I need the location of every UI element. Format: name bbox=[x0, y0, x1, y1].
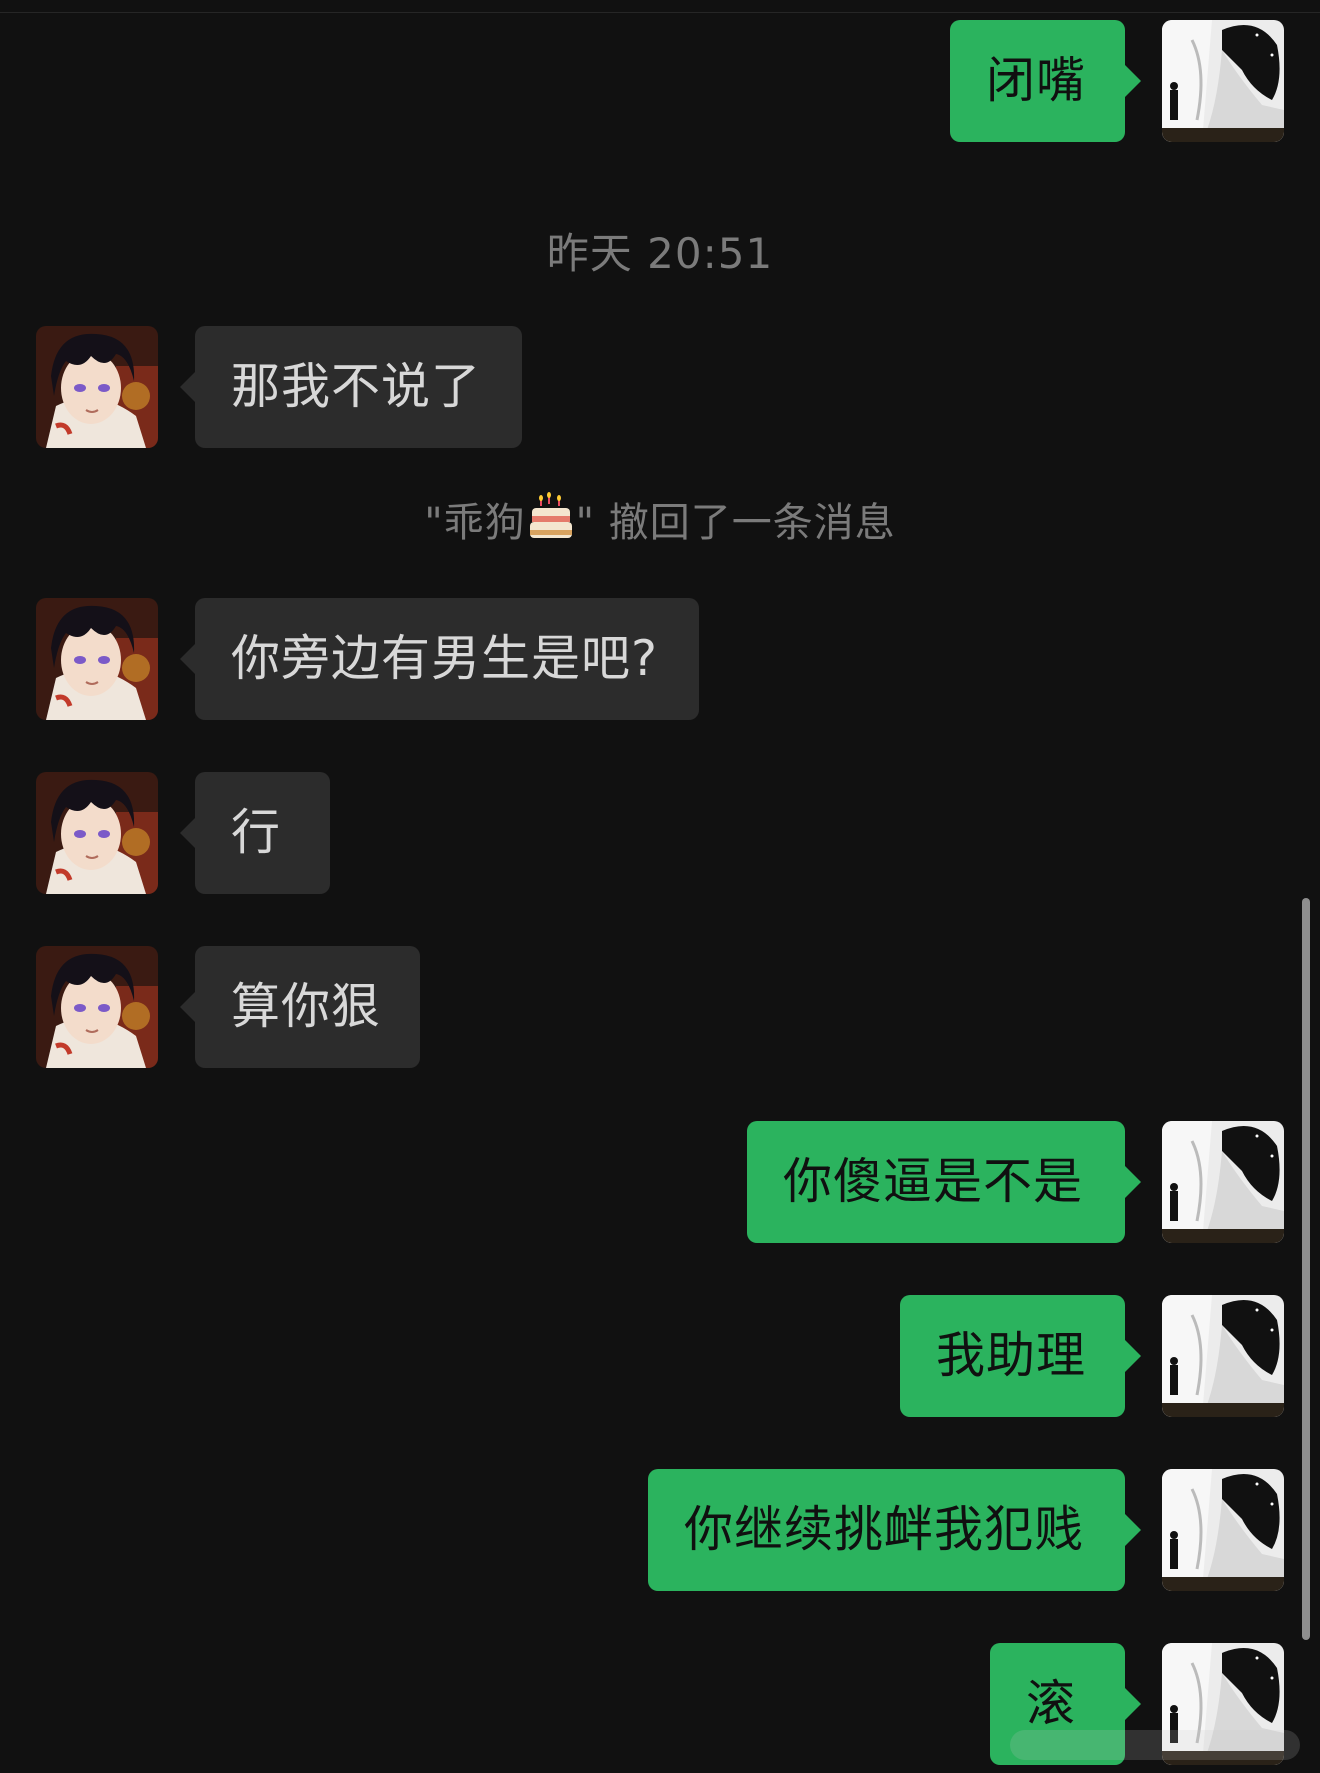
self-avatar[interactable] bbox=[1162, 1121, 1284, 1243]
self-avatar-art bbox=[1162, 1469, 1284, 1591]
message-bubble[interactable]: 行 bbox=[195, 772, 330, 894]
self-avatar[interactable] bbox=[1162, 1295, 1284, 1417]
message-bubble[interactable]: 你傻逼是不是 bbox=[747, 1121, 1125, 1243]
message-bubble[interactable]: 我助理 bbox=[900, 1295, 1125, 1417]
bubble-tail bbox=[1125, 1340, 1141, 1372]
contact-avatar[interactable] bbox=[36, 946, 158, 1068]
message-bubble[interactable]: 你继续挑衅我犯贱 bbox=[648, 1469, 1125, 1591]
contact-avatar-art bbox=[36, 598, 158, 720]
recall-text: 撤回了一条消息 bbox=[595, 500, 896, 546]
bubble-tail bbox=[1125, 1514, 1141, 1546]
self-avatar[interactable] bbox=[1162, 1469, 1284, 1591]
recall-quote-close: " bbox=[575, 500, 596, 546]
contact-avatar[interactable] bbox=[36, 772, 158, 894]
contact-avatar[interactable] bbox=[36, 326, 158, 448]
bubble-tail bbox=[180, 991, 196, 1023]
message-bubble[interactable]: 你旁边有男生是吧? bbox=[195, 598, 699, 720]
recall-sender-name: 乖狗 bbox=[443, 500, 526, 546]
top-divider bbox=[0, 0, 1320, 13]
watermark-overlay bbox=[1010, 1730, 1300, 1760]
cake-emoji-icon bbox=[528, 492, 574, 542]
timestamp: 昨天 20:51 bbox=[546, 229, 774, 278]
message-bubble[interactable]: 闭嘴 bbox=[950, 20, 1125, 142]
self-avatar-art bbox=[1162, 20, 1284, 142]
contact-avatar-art bbox=[36, 946, 158, 1068]
self-avatar-art bbox=[1162, 1121, 1284, 1243]
bubble-tail bbox=[180, 371, 196, 403]
self-avatar-art bbox=[1162, 1295, 1284, 1417]
scrollbar[interactable] bbox=[1302, 898, 1310, 1640]
bubble-tail bbox=[180, 643, 196, 675]
message-bubble[interactable]: 算你狠 bbox=[195, 946, 420, 1068]
contact-avatar[interactable] bbox=[36, 598, 158, 720]
recall-notice: "乖狗 " 撤回了一条消息 bbox=[0, 490, 1320, 548]
bubble-tail bbox=[180, 817, 196, 849]
bubble-tail bbox=[1125, 1688, 1141, 1720]
recall-quote-open: " bbox=[424, 500, 444, 546]
message-bubble[interactable]: 那我不说了 bbox=[195, 326, 522, 448]
self-avatar[interactable] bbox=[1162, 20, 1284, 142]
contact-avatar-art bbox=[36, 772, 158, 894]
bubble-tail bbox=[1125, 65, 1141, 97]
bubble-tail bbox=[1125, 1166, 1141, 1198]
contact-avatar-art bbox=[36, 326, 158, 448]
